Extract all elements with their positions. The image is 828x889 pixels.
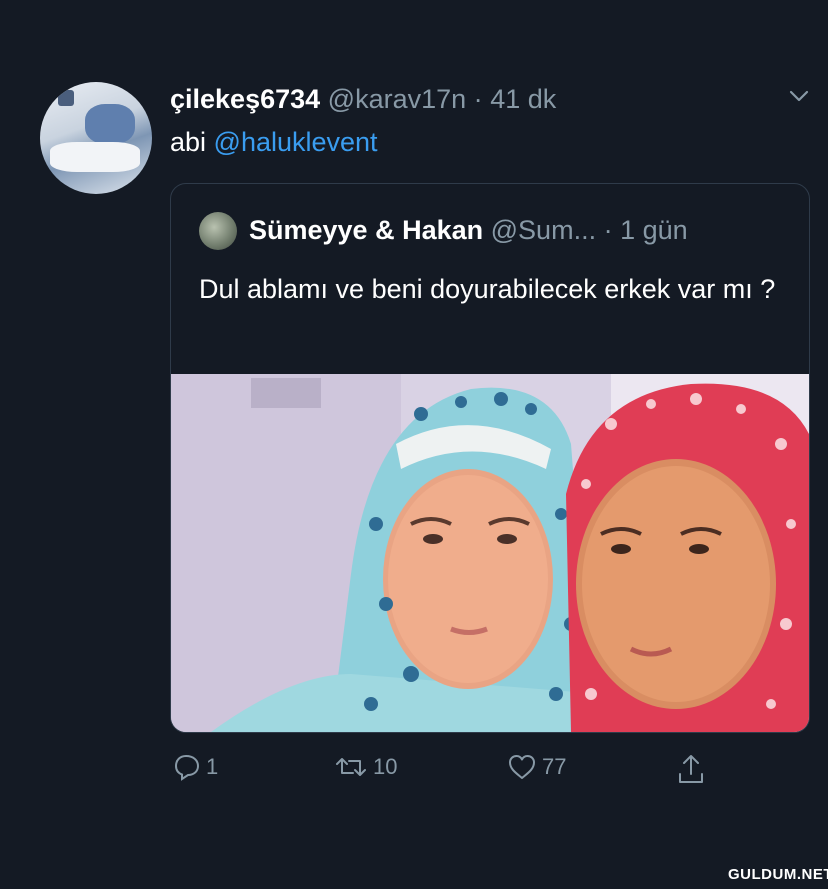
- dot: [455, 396, 467, 408]
- share-icon: [679, 755, 703, 783]
- like-count: 77: [542, 754, 567, 779]
- dot: [379, 597, 393, 611]
- dot: [775, 438, 787, 450]
- quoted-header: Sümeyye & Hakan @Sum... · 1 gün: [249, 214, 688, 246]
- dot: [403, 666, 419, 682]
- quoted-username: Sümeyye & Hakan: [249, 215, 484, 245]
- chevron-down-icon[interactable]: [788, 88, 810, 104]
- avatar-shape: [85, 104, 135, 144]
- like-button[interactable]: 77: [506, 752, 566, 782]
- avatar-shape: [50, 142, 140, 172]
- avatar-shape: [58, 90, 74, 106]
- quoted-text: Dul ablamı ve beni doyurabilecek erkek v…: [199, 274, 776, 304]
- left-face-light: [388, 475, 548, 683]
- dot: [414, 407, 428, 421]
- quoted-handle: @Sum...: [490, 215, 597, 245]
- watermark: GULDUM.NET: [728, 866, 828, 883]
- dot: [780, 618, 792, 630]
- timestamp[interactable]: 41 dk: [490, 84, 556, 114]
- dot: [786, 519, 796, 529]
- quoted-avatar[interactable]: [199, 212, 237, 250]
- retweet-count: 10: [373, 754, 398, 779]
- heart-icon: [509, 755, 535, 779]
- dot: [581, 479, 591, 489]
- tweet-text-prefix: abi: [170, 127, 214, 157]
- right-face-light: [582, 466, 770, 702]
- reply-button[interactable]: 1: [172, 752, 218, 782]
- dot: [690, 393, 702, 405]
- dot: [369, 517, 383, 531]
- dot: [736, 404, 746, 414]
- retweet-icon: [336, 758, 366, 776]
- dot: [549, 687, 563, 701]
- left-eye: [423, 534, 443, 544]
- separator: ·: [473, 84, 483, 114]
- quoted-timestamp: 1 gün: [620, 215, 688, 245]
- dot: [364, 697, 378, 711]
- photo-wall-hanging: [251, 378, 321, 408]
- dot: [605, 418, 617, 430]
- reply-count: 1: [206, 754, 219, 779]
- tweet-text: abi @haluklevent: [170, 126, 378, 158]
- right-eye: [611, 544, 631, 554]
- retweet-button[interactable]: 10: [333, 752, 397, 782]
- dot: [555, 508, 567, 520]
- username[interactable]: çilekeş6734: [170, 84, 320, 114]
- quoted-separator: ·: [603, 215, 613, 245]
- handle[interactable]: @karav17n: [328, 84, 466, 114]
- dot: [766, 699, 776, 709]
- dot: [585, 688, 597, 700]
- tweet-header: çilekeş6734 @karav17n · 41 dk: [170, 84, 556, 114]
- mention-link[interactable]: @haluklevent: [214, 127, 378, 157]
- quoted-photo[interactable]: [171, 374, 809, 732]
- quoted-tweet[interactable]: Sümeyye & Hakan @Sum... · 1 gün Dul abla…: [170, 183, 810, 733]
- avatar[interactable]: [40, 82, 152, 194]
- share-button[interactable]: [676, 752, 706, 786]
- right-eye: [689, 544, 709, 554]
- dot: [646, 399, 656, 409]
- reply-icon: [174, 754, 200, 781]
- left-eye: [497, 534, 517, 544]
- dot: [525, 403, 537, 415]
- dot: [494, 392, 508, 406]
- action-bar: 1 10 77: [0, 752, 828, 788]
